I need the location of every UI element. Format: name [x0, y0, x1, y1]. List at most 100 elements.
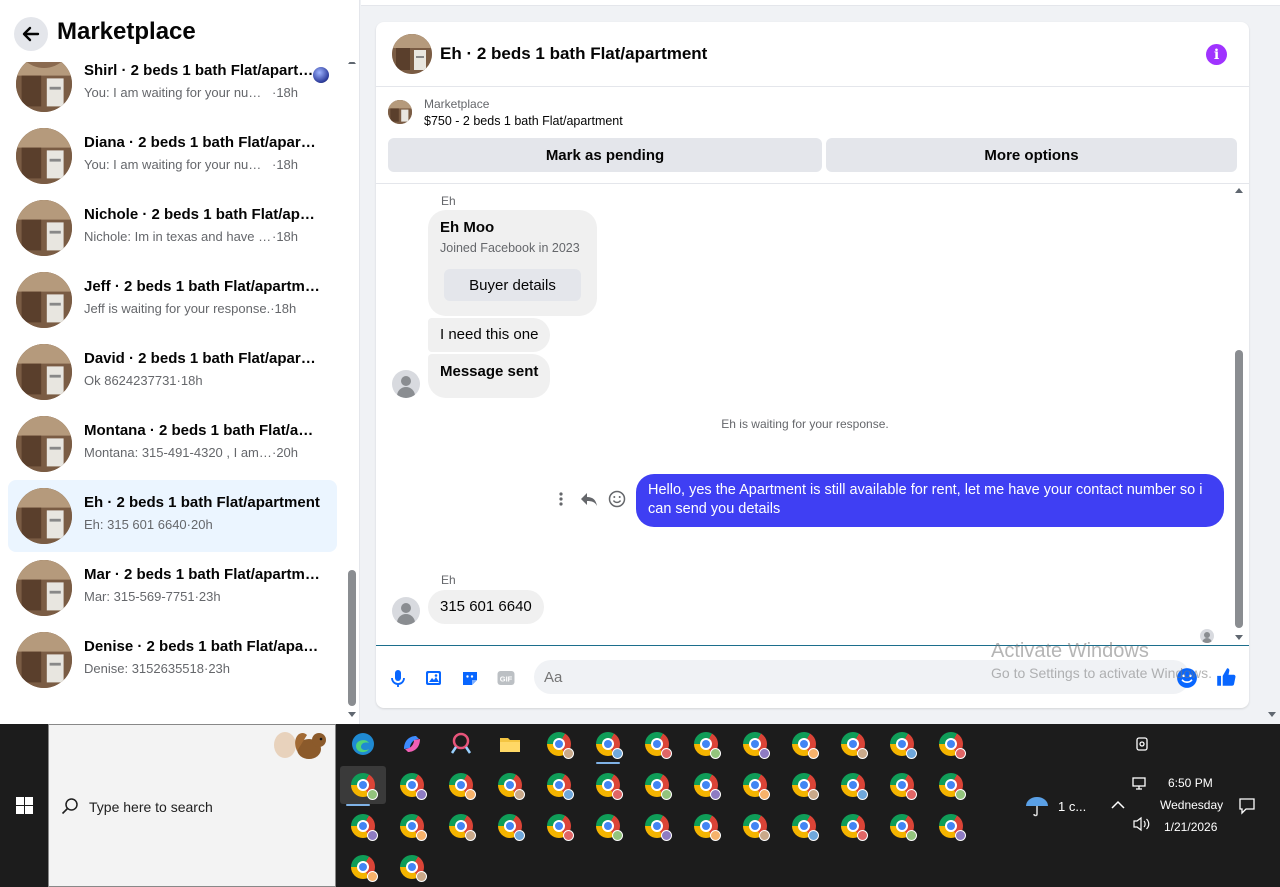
sticker-icon[interactable] [460, 668, 480, 688]
more-vertical-icon[interactable] [556, 491, 566, 507]
clock-time[interactable]: 6:50 PM [1168, 776, 1213, 790]
copilot-icon[interactable] [394, 726, 430, 762]
mark-as-pending-button[interactable]: Mark as pending [388, 138, 822, 172]
chrome-icon[interactable] [340, 766, 386, 806]
chrome-icon[interactable] [443, 767, 479, 803]
scrollbar-thumb[interactable] [348, 570, 356, 706]
conversation-time: ·18h [272, 85, 299, 100]
info-icon[interactable]: i [1206, 44, 1227, 65]
buyer-name: Eh Moo [440, 219, 495, 236]
buyer-details-button[interactable]: Buyer details [444, 269, 581, 301]
back-button[interactable] [14, 17, 48, 51]
chrome-icon[interactable] [394, 767, 430, 803]
scroll-down-icon[interactable] [348, 712, 356, 717]
photo-gallery-icon[interactable] [424, 668, 444, 688]
chrome-icon[interactable] [786, 726, 822, 762]
chrome-icon[interactable] [443, 808, 479, 844]
chrome-icon[interactable] [884, 726, 920, 762]
start-button[interactable] [0, 724, 48, 887]
conversation-list-scrollbar[interactable] [346, 56, 358, 724]
conversation-item[interactable]: David · 2 beds 1 bath Flat/apartment Ok 8… [8, 336, 337, 408]
chrome-icon[interactable] [492, 767, 528, 803]
scrollbar-thumb[interactable] [1235, 350, 1243, 628]
chrome-icon[interactable] [786, 767, 822, 803]
chrome-icon[interactable] [492, 808, 528, 844]
chrome-icon[interactable] [394, 849, 430, 885]
scroll-up-icon[interactable] [1235, 188, 1243, 193]
clock-day[interactable]: Wednesday [1160, 798, 1223, 812]
file-explorer-icon[interactable] [492, 726, 528, 762]
weather-umbrella-icon[interactable] [1024, 794, 1050, 818]
message-bubble[interactable]: I need this one [428, 318, 551, 352]
camera-icon[interactable] [1134, 736, 1150, 752]
sender-avatar[interactable] [392, 370, 420, 398]
chrome-icon[interactable] [639, 808, 675, 844]
chrome-icon[interactable] [933, 767, 969, 803]
more-options-button[interactable]: More options [826, 138, 1237, 172]
conversation-title: Montana · 2 beds 1 bath Flat/apartment [84, 422, 320, 439]
listing-avatar[interactable] [392, 34, 432, 74]
thumbs-up-icon[interactable] [1215, 666, 1237, 688]
conversation-item[interactable]: Jeff · 2 beds 1 bath Flat/apartment Jeff … [8, 264, 337, 336]
outgoing-message-bubble[interactable]: Hello, yes the Apartment is still availa… [636, 474, 1224, 527]
chevron-up-icon[interactable] [1111, 800, 1125, 810]
message-bubble[interactable]: 315 601 6640 [428, 590, 544, 624]
chrome-icon[interactable] [933, 726, 969, 762]
chrome-icon[interactable] [394, 808, 430, 844]
chrome-icon[interactable] [590, 726, 626, 764]
message-bubble[interactable]: Message sent [428, 354, 551, 398]
chrome-icon[interactable] [786, 808, 822, 844]
taskbar-search-box[interactable]: Type here to search [48, 724, 336, 887]
conversation-item[interactable]: Eh · 2 beds 1 bath Flat/apartment Eh: 315… [8, 480, 337, 552]
weather-text[interactable]: 1 c... [1058, 799, 1086, 814]
chrome-icon[interactable] [639, 726, 675, 762]
conversation-title: Jeff · 2 beds 1 bath Flat/apartment [84, 278, 320, 295]
gif-icon[interactable]: GIF [496, 668, 516, 688]
chrome-icon[interactable] [737, 808, 773, 844]
chrome-icon[interactable] [737, 726, 773, 762]
clock-date[interactable]: 1/21/2026 [1164, 820, 1217, 834]
conversation-item[interactable]: Montana · 2 beds 1 bath Flat/apartment Mo… [8, 408, 337, 480]
chrome-icon[interactable] [835, 767, 871, 803]
chrome-icon[interactable] [933, 808, 969, 844]
chrome-icon[interactable] [688, 808, 724, 844]
sender-avatar[interactable] [392, 597, 420, 625]
edge-icon[interactable] [345, 726, 381, 762]
microphone-icon[interactable] [388, 668, 408, 688]
conversation-time: ·20h [272, 445, 299, 460]
chrome-icon[interactable] [590, 808, 626, 844]
chrome-icon[interactable] [884, 767, 920, 803]
apartment-photo-icon [16, 560, 72, 616]
chrome-icon[interactable] [590, 767, 626, 803]
chrome-icon[interactable] [541, 808, 577, 844]
reply-icon[interactable] [580, 491, 598, 507]
chrome-icon[interactable] [688, 767, 724, 803]
chrome-icon[interactable] [345, 849, 381, 885]
conversation-item[interactable]: Diana · 2 beds 1 bath Flat/apartment You:… [8, 120, 337, 192]
react-emoji-icon[interactable] [608, 490, 626, 508]
chrome-icon[interactable] [541, 726, 577, 762]
conversation-list-panel: Shirl · 2 beds 1 bath Flat/apartment You:… [0, 0, 360, 724]
volume-icon[interactable] [1132, 816, 1152, 832]
chrome-icon[interactable] [639, 767, 675, 803]
chrome-icon[interactable] [835, 726, 871, 762]
notifications-icon[interactable] [1238, 797, 1256, 815]
page-scroll-down-icon[interactable] [1268, 712, 1276, 717]
chrome-icon[interactable] [835, 808, 871, 844]
chrome-icon[interactable] [688, 726, 724, 762]
scroll-down-icon[interactable] [1235, 635, 1243, 640]
chrome-icon[interactable] [345, 808, 381, 844]
search-icon [61, 798, 78, 815]
message-thread-scrollbar[interactable] [1232, 185, 1246, 645]
chrome-icon[interactable] [541, 767, 577, 803]
chrome-icon[interactable] [884, 808, 920, 844]
conversation-item[interactable]: Nichole · 2 beds 1 bath Flat/apartment Ni… [8, 192, 337, 264]
listing-thumbnail[interactable] [388, 100, 412, 124]
conversation-item[interactable]: Mar · 2 beds 1 bath Flat/apartment Mar: 3… [8, 552, 337, 624]
chrome-icon[interactable] [737, 767, 773, 803]
snipping-tool-icon[interactable] [443, 726, 479, 762]
listing-price-title[interactable]: $750 - 2 beds 1 bath Flat/apartment [424, 114, 623, 128]
conversation-preview: Eh: 315 601 6640·20h [84, 517, 324, 532]
conversation-item[interactable]: Denise · 2 beds 1 bath Flat/apartment Den… [8, 624, 337, 696]
network-icon[interactable] [1132, 776, 1150, 792]
